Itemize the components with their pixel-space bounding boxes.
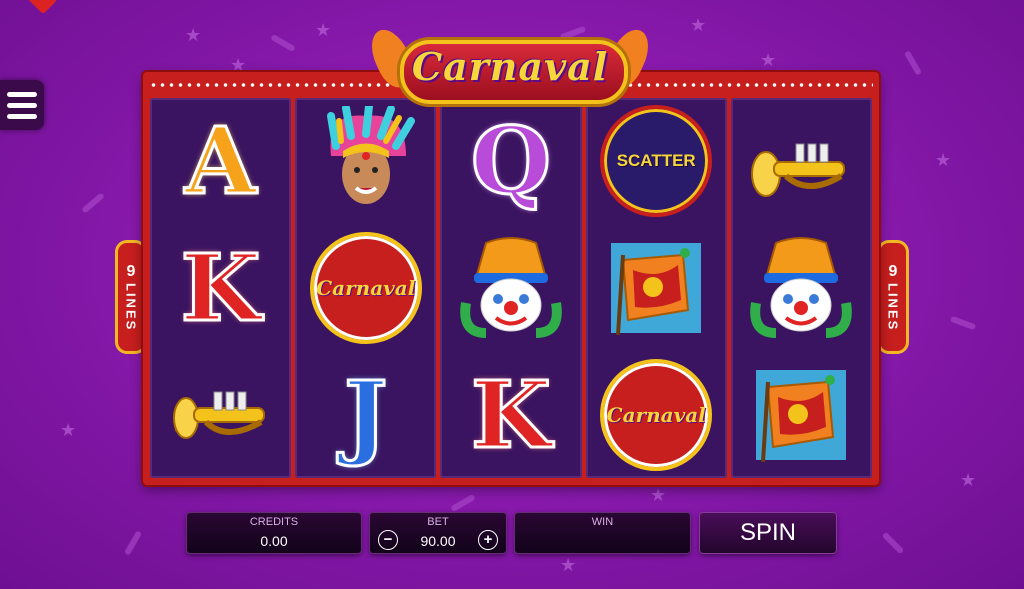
confetti	[450, 493, 476, 513]
symbol-a: A	[183, 107, 257, 216]
star-icon: ★	[315, 20, 332, 41]
credits-label: CREDITS	[249, 516, 299, 528]
paylines-word: LINES	[885, 282, 901, 332]
bet-increase-button[interactable]: +	[478, 530, 498, 550]
symbol-q: Q	[469, 107, 552, 216]
clown-icon	[741, 230, 861, 345]
star-icon: ★	[60, 420, 77, 441]
hamburger-icon	[7, 102, 37, 108]
carnaval-logo-icon: Carnaval	[306, 230, 426, 345]
scatter-text: SCATTER	[616, 151, 696, 171]
star-icon: ★	[185, 25, 202, 46]
paylines-number: 9	[126, 262, 136, 280]
bet-label: BET	[427, 516, 449, 528]
star-icon: ★	[690, 15, 707, 36]
hamburger-icon	[7, 113, 37, 119]
paylines-badge-right: 9 LINES	[877, 240, 909, 354]
credits-value: 0.00	[260, 533, 288, 549]
win-label: WIN	[591, 516, 614, 528]
confetti	[81, 192, 105, 214]
confetti	[270, 33, 296, 53]
reel-2: Carnaval J	[295, 98, 437, 478]
reels-area: A K Carnaval J Q K SCATTER Carnaval	[150, 98, 873, 478]
carnaval-logo-icon: Carnaval	[596, 357, 716, 472]
spin-button[interactable]: SPIN	[700, 513, 836, 553]
hamburger-icon	[7, 91, 37, 97]
star-icon: ★	[960, 470, 977, 491]
star-icon: ★	[650, 485, 667, 506]
symbol-k: K	[179, 233, 262, 342]
slot-machine-frame: A K Carnaval J Q K SCATTER Carnaval	[143, 72, 879, 485]
clown-icon	[451, 230, 571, 345]
dancer-icon	[306, 104, 426, 219]
paylines-word: LINES	[123, 282, 139, 332]
trumpet-icon	[161, 357, 281, 472]
reel-3: Q K	[440, 98, 582, 478]
bet-panel: BET − 90.00 +	[370, 513, 506, 553]
logo-text: Carnaval	[606, 402, 706, 427]
star-icon: ★	[560, 555, 577, 576]
reel-1: A K	[150, 98, 292, 478]
confetti	[949, 315, 977, 331]
star-icon: ★	[935, 150, 952, 171]
star-icon: ★	[760, 50, 777, 71]
credits-panel: CREDITS 0.00	[187, 513, 361, 553]
win-panel: WIN	[515, 513, 690, 553]
confetti	[903, 50, 923, 76]
symbol-j: J	[343, 360, 389, 469]
scatter-icon: SCATTER	[596, 104, 716, 219]
logo-text: Carnaval	[316, 275, 416, 300]
confetti	[881, 531, 905, 555]
paylines-number: 9	[888, 262, 898, 280]
reel-5	[730, 98, 873, 478]
corner-badge	[24, 0, 58, 15]
game-title-badge: Carnaval	[363, 23, 657, 104]
game-title: Carnaval	[411, 44, 609, 89]
symbol-k: K	[470, 360, 553, 469]
flag-icon	[596, 230, 716, 345]
flag-icon	[741, 357, 861, 472]
confetti	[123, 530, 143, 556]
trumpet-icon	[741, 104, 861, 219]
reel-4: SCATTER Carnaval	[585, 98, 727, 478]
menu-button[interactable]	[0, 80, 44, 130]
